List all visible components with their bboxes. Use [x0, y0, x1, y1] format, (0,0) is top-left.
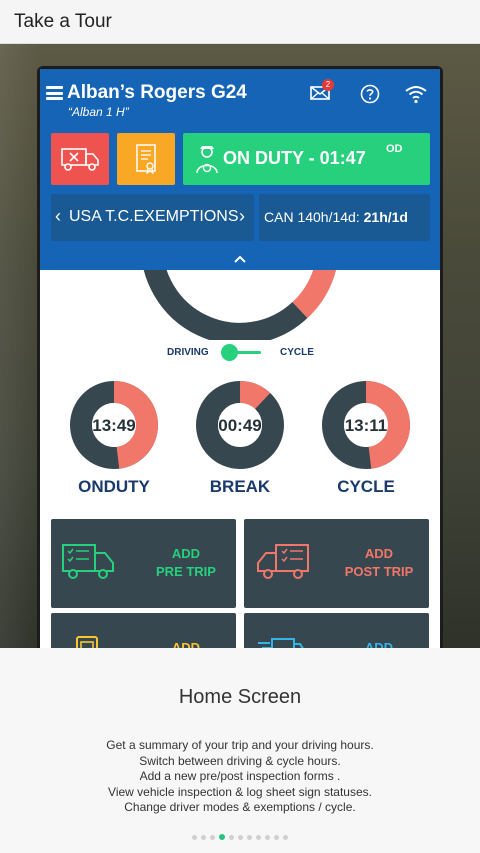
onduty-gauge: 13:49	[70, 381, 158, 469]
toggle-label-driving: DRIVING	[167, 347, 209, 358]
tour-description-line: Change driver modes & exemptions / cycle…	[124, 800, 356, 814]
tour-header: Take a Tour	[0, 0, 480, 44]
exemption-selector[interactable]: ‹ USA T.C.EXEMPTIONS ›	[51, 194, 254, 241]
cycle-time: 13:11	[345, 416, 388, 435]
post-trip-line1: ADD	[364, 546, 394, 561]
onduty-time: 13:49	[92, 416, 135, 435]
add-trip-button[interactable]: ADD	[244, 613, 429, 648]
duty-status-button[interactable]: ON DUTY - 01:47 OD	[183, 133, 430, 185]
toggle-label-cycle: CYCLE	[280, 347, 314, 358]
connection-status[interactable]	[404, 84, 428, 109]
toggle-knob[interactable]	[221, 344, 238, 361]
fast-truck-icon	[258, 638, 304, 648]
cycle-value: 21h/1d	[363, 209, 408, 225]
fuel-line1: ADD	[171, 640, 201, 648]
help-button[interactable]	[360, 84, 380, 109]
vehicle-inspection-status[interactable]	[51, 133, 109, 185]
pre-trip-line1: ADD	[171, 546, 201, 561]
cycle-prefix: CAN 140h/14d:	[264, 209, 364, 225]
pre-trip-line2: PRE TRIP	[156, 564, 216, 579]
help-icon	[360, 84, 380, 104]
driver-icon	[196, 146, 218, 174]
page-dot[interactable]	[210, 835, 215, 840]
page-dot[interactable]	[256, 835, 261, 840]
truck-checklist-icon	[62, 544, 114, 579]
wifi-icon	[405, 86, 427, 104]
page-dot[interactable]	[265, 835, 270, 840]
chevron-right-icon[interactable]: ›	[239, 206, 245, 227]
page-indicator[interactable]	[0, 834, 480, 842]
certificate-icon	[136, 144, 156, 175]
cycle-summary[interactable]: CAN 140h/14d: 21h/1d	[259, 194, 430, 241]
page-dot[interactable]	[192, 835, 197, 840]
tour-description: Get a summary of your trip and your driv…	[0, 738, 480, 816]
break-label: BREAK	[209, 477, 271, 496]
tour-title: Take a Tour	[14, 11, 112, 32]
app-screen: Alban’s Rogers G24 “Alban 1 H” 2 ON DUTY…	[40, 69, 440, 648]
phone-mockup: Alban’s Rogers G24 “Alban 1 H” 2 ON DUTY…	[37, 66, 443, 648]
chevron-up-icon[interactable]	[233, 253, 247, 265]
page-dot[interactable]	[201, 835, 206, 840]
duty-status-code: OD	[386, 143, 403, 155]
exemption-label: USA T.C.EXEMPTIONS	[69, 208, 239, 225]
vehicle-name: Alban’s Rogers G24	[67, 82, 247, 103]
add-fuel-button[interactable]: ADD	[51, 613, 236, 648]
duty-status-label: ON DUTY - 01:47	[223, 148, 366, 168]
truck-defect-icon	[61, 148, 99, 171]
add-pre-trip-button[interactable]: ADD PRE TRIP	[51, 519, 236, 608]
add-post-trip-button[interactable]: ADD POST TRIP	[244, 519, 429, 608]
tour-preview-background: Alban’s Rogers G24 “Alban 1 H” 2 ON DUTY…	[0, 44, 480, 648]
cycle-label: CYCLE	[337, 477, 395, 496]
cycle-gauge: 13:11	[322, 381, 410, 469]
break-time: 00:49	[218, 416, 261, 435]
page-dot[interactable]	[283, 835, 288, 840]
tour-description-line: Add a new pre/post inspection forms .	[139, 769, 341, 783]
page-dot[interactable]	[219, 834, 225, 840]
menu-icon[interactable]	[46, 86, 63, 100]
post-trip-line2: POST TRIP	[344, 564, 414, 579]
page-dot[interactable]	[229, 835, 234, 840]
dashboard: DRIVING CYCLE 13:49 00:49 13:11 ONDUTY B…	[40, 270, 440, 648]
chevron-left-icon[interactable]: ‹	[55, 206, 61, 227]
log-sheet-status[interactable]	[117, 133, 175, 185]
onduty-label: ONDUTY	[78, 477, 150, 496]
break-gauge: 00:49	[196, 381, 284, 469]
tour-description-line: View vehicle inspection & log sheet sign…	[108, 784, 372, 799]
driving-cycle-toggle[interactable]: DRIVING CYCLE	[40, 342, 440, 364]
page-dot[interactable]	[238, 835, 243, 840]
message-count-badge: 2	[322, 79, 334, 91]
tour-heading: Home Screen	[178, 686, 302, 708]
truck-checklist-icon	[257, 544, 309, 579]
tour-description-panel: Home Screen Get a summary of your trip a…	[0, 648, 480, 853]
page-dot[interactable]	[247, 835, 252, 840]
tour-description-line: Get a summary of your trip and your driv…	[106, 738, 374, 752]
hours-donut-chart	[143, 270, 336, 340]
tour-description-line: Switch between driving & cycle hours.	[139, 753, 341, 768]
fuel-icon	[76, 636, 98, 648]
driver-name: “Alban 1 H”	[68, 105, 129, 119]
page-dot[interactable]	[274, 835, 279, 840]
app-header: Alban’s Rogers G24 “Alban 1 H” 2 ON DUTY…	[40, 69, 440, 270]
trip-line1: ADD	[364, 640, 394, 648]
messages-button[interactable]: 2	[310, 79, 334, 106]
